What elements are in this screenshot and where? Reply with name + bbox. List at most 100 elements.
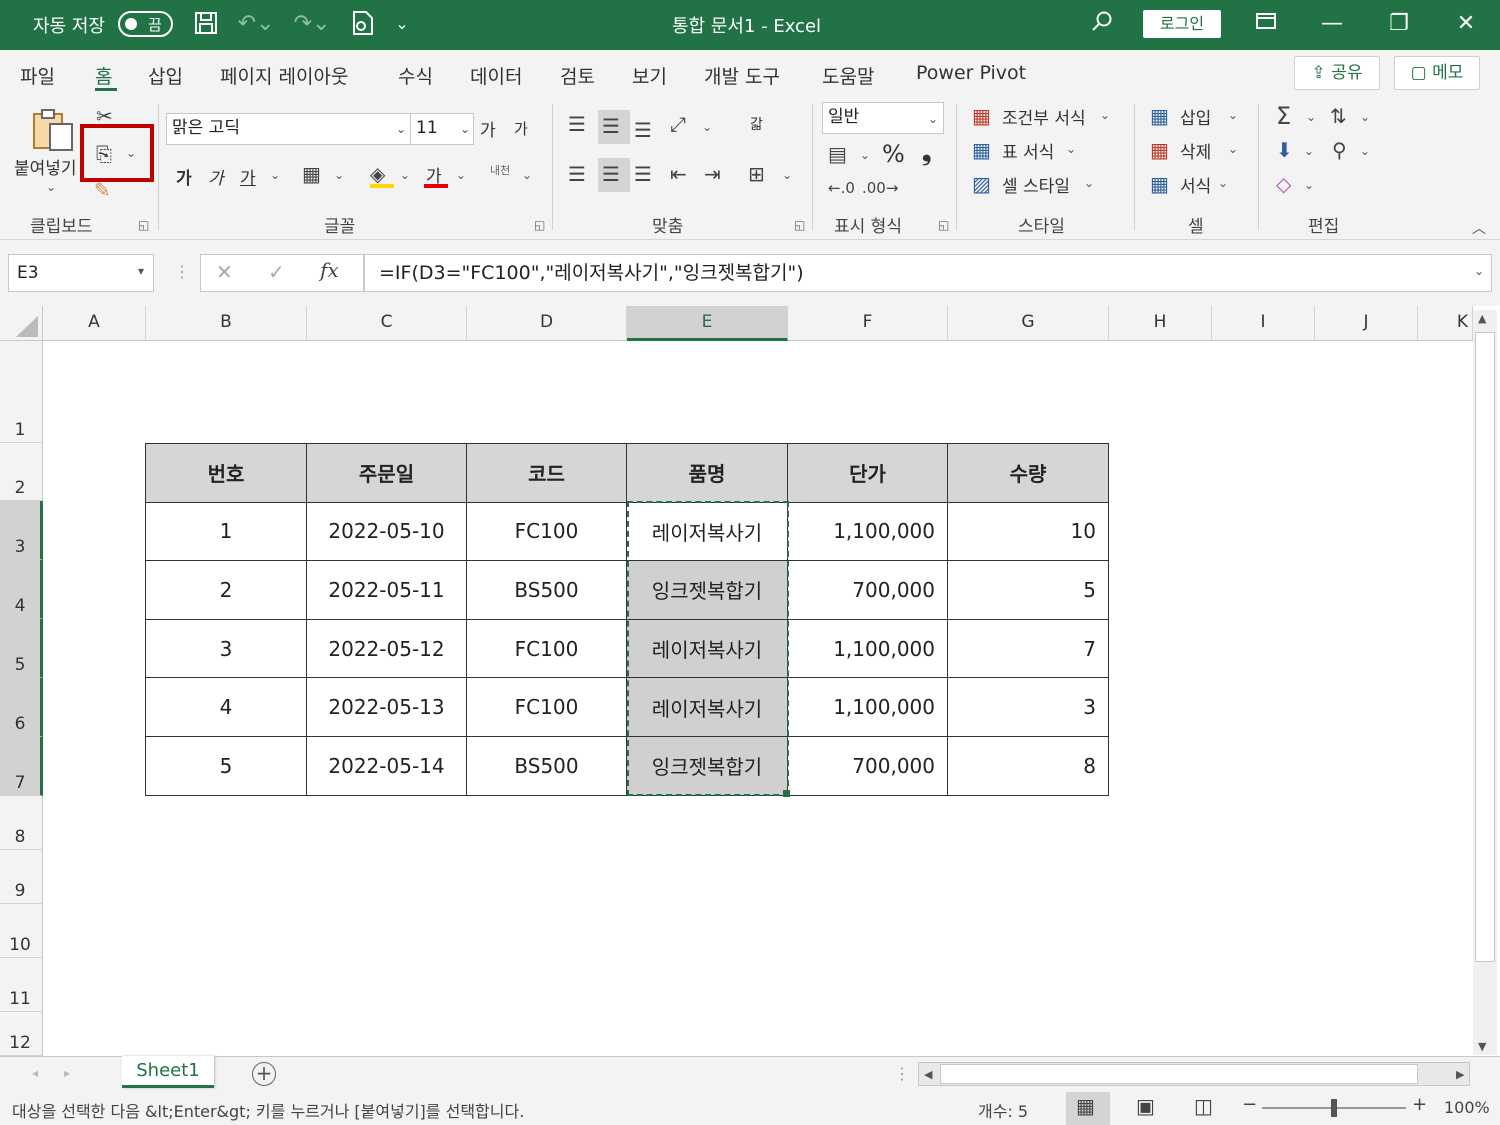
insert-dropdown-icon[interactable]: ⌄	[1228, 108, 1238, 122]
header-cell[interactable]: 번호	[145, 443, 307, 503]
tab-home[interactable]: 홈	[95, 62, 112, 89]
insert-function-button[interactable]: fx	[320, 258, 339, 282]
row-header-5[interactable]: 5	[0, 619, 43, 678]
accounting-dropdown-icon[interactable]: ⌄	[860, 148, 870, 162]
row-header-2[interactable]: 2	[0, 443, 43, 501]
cell-c7[interactable]: 2022-05-14	[306, 735, 467, 796]
autosum-dropdown-icon[interactable]: ⌄	[1306, 110, 1316, 124]
cell-styles-icon[interactable]: ▨	[972, 172, 991, 196]
cell-d4[interactable]: BS500	[466, 560, 627, 620]
grow-font-button[interactable]: 가	[480, 116, 496, 141]
column-header-j[interactable]: J	[1315, 306, 1418, 341]
format-cells-icon[interactable]: ▦	[1150, 172, 1169, 196]
cell-g7[interactable]: 8	[947, 735, 1109, 796]
restore-icon[interactable]: ❐	[1385, 10, 1413, 38]
alignment-launcher-icon[interactable]: ◱	[794, 218, 805, 232]
align-middle-icon[interactable]: ☰	[602, 114, 620, 138]
row-header-7[interactable]: 7	[0, 737, 43, 796]
column-header-i[interactable]: I	[1212, 306, 1315, 341]
tab-developer[interactable]: 개발 도구	[704, 62, 780, 89]
find-dropdown-icon[interactable]: ⌄	[1360, 144, 1370, 158]
cell-f5[interactable]: 1,100,000	[787, 618, 948, 679]
column-header-d[interactable]: D	[467, 306, 627, 341]
sort-dropdown-icon[interactable]: ⌄	[1360, 110, 1370, 124]
table-format-button[interactable]: 표 서식	[1002, 138, 1054, 163]
cell-f3[interactable]: 1,100,000	[787, 501, 948, 562]
format-dropdown-icon[interactable]: ⌄	[1218, 176, 1228, 190]
name-box[interactable]: E3	[8, 254, 154, 292]
header-cell[interactable]: 단가	[787, 443, 948, 503]
column-header-a[interactable]: A	[43, 306, 146, 341]
sheet-tab-sheet1[interactable]: Sheet1	[122, 1056, 214, 1088]
tab-split-grip-icon[interactable]: ⋮	[894, 1064, 910, 1083]
tab-insert[interactable]: 삽입	[148, 62, 183, 89]
page-break-view-icon[interactable]: ◫	[1194, 1094, 1213, 1118]
autosum-icon[interactable]: Σ	[1276, 104, 1291, 128]
cell-g6[interactable]: 3	[947, 677, 1109, 737]
normal-view-icon[interactable]: ▦	[1076, 1094, 1095, 1118]
number-format-select[interactable]: 일반	[822, 102, 944, 134]
cell-d6[interactable]: FC100	[466, 677, 627, 737]
decrease-indent-icon[interactable]: ⇤	[670, 162, 687, 186]
memo-button[interactable]: ▢ 메모	[1394, 56, 1480, 90]
name-box-dropdown-icon[interactable]: ▾	[138, 264, 144, 278]
tab-view[interactable]: 보기	[632, 62, 667, 89]
print-preview-icon[interactable]	[348, 10, 378, 44]
ribbon-display-icon[interactable]	[1252, 10, 1280, 40]
cell-c5[interactable]: 2022-05-12	[306, 618, 467, 679]
cell-d7[interactable]: BS500	[466, 735, 627, 796]
row-header-4[interactable]: 4	[0, 560, 43, 619]
delete-cells-icon[interactable]: ▦	[1150, 138, 1169, 162]
paste-dropdown-icon[interactable]: ⌄	[46, 180, 56, 194]
increase-indent-icon[interactable]: ⇥	[704, 162, 721, 186]
vertical-scroll-thumb[interactable]	[1475, 332, 1495, 962]
decrease-decimal-icon[interactable]: .00→	[862, 176, 898, 200]
formula-input[interactable]: =IF(D3="FC100","레이저복사기","잉크젯복합기")	[364, 254, 1492, 292]
scroll-left-icon[interactable]: ◀	[924, 1068, 932, 1081]
collapse-ribbon-icon[interactable]: ︿	[1472, 218, 1486, 238]
insert-cells-icon[interactable]: ▦	[1150, 104, 1169, 128]
autosave-toggle[interactable]: 끔	[118, 11, 173, 37]
bold-button[interactable]: 가	[176, 164, 192, 189]
fill-color-icon[interactable]: ◈	[370, 162, 385, 186]
delete-dropdown-icon[interactable]: ⌄	[1228, 142, 1238, 156]
column-header-e[interactable]: E	[627, 306, 788, 341]
font-name-dropdown-icon[interactable]: ⌄	[396, 122, 406, 136]
next-sheet-icon[interactable]: ▸	[64, 1066, 70, 1080]
conditional-format-icon[interactable]: ▦	[972, 104, 991, 128]
font-size-dropdown-icon[interactable]: ⌄	[460, 122, 470, 136]
column-header-f[interactable]: F	[788, 306, 948, 341]
orientation-icon[interactable]: ⤢	[670, 112, 686, 136]
conditional-format-button[interactable]: 조건부 서식	[1002, 104, 1086, 129]
borders-icon[interactable]: ▦	[302, 162, 321, 186]
table-format-icon[interactable]: ▦	[972, 138, 991, 162]
cell-b3[interactable]: 1	[145, 501, 307, 562]
shrink-font-button[interactable]: 가	[514, 118, 528, 139]
expand-formula-icon[interactable]: ⌄	[1474, 264, 1484, 278]
header-cell[interactable]: 수량	[947, 443, 1109, 503]
row-header-11[interactable]: 11	[0, 958, 43, 1012]
orientation-dropdown-icon[interactable]: ⌄	[702, 120, 712, 134]
tab-data[interactable]: 데이터	[470, 62, 522, 89]
cell-g4[interactable]: 5	[947, 560, 1109, 620]
cell-f6[interactable]: 1,100,000	[787, 677, 948, 737]
row-header-10[interactable]: 10	[0, 904, 43, 958]
prev-sheet-icon[interactable]: ◂	[32, 1066, 38, 1080]
close-icon[interactable]: ✕	[1452, 10, 1480, 38]
zoom-out-icon[interactable]: −	[1242, 1094, 1257, 1115]
row-header-3[interactable]: 3	[0, 501, 43, 560]
header-cell[interactable]: 품명	[626, 443, 788, 503]
percent-style-button[interactable]: %	[882, 140, 905, 168]
tab-page-layout[interactable]: 페이지 레이아웃	[220, 62, 348, 89]
cell-g5[interactable]: 7	[947, 618, 1109, 679]
delete-cells-button[interactable]: 삭제	[1180, 138, 1211, 163]
number-format-dropdown-icon[interactable]: ⌄	[928, 112, 938, 126]
cell-d3[interactable]: FC100	[466, 501, 627, 562]
scroll-up-icon[interactable]: ▲	[1478, 312, 1486, 325]
underline-dropdown-icon[interactable]: ⌄	[270, 168, 280, 182]
add-sheet-icon[interactable]: +	[252, 1062, 276, 1086]
tab-power-pivot[interactable]: Power Pivot	[916, 62, 1026, 84]
cell-d5[interactable]: FC100	[466, 618, 627, 679]
merge-dropdown-icon[interactable]: ⌄	[782, 168, 792, 182]
select-all-button[interactable]	[0, 306, 43, 341]
